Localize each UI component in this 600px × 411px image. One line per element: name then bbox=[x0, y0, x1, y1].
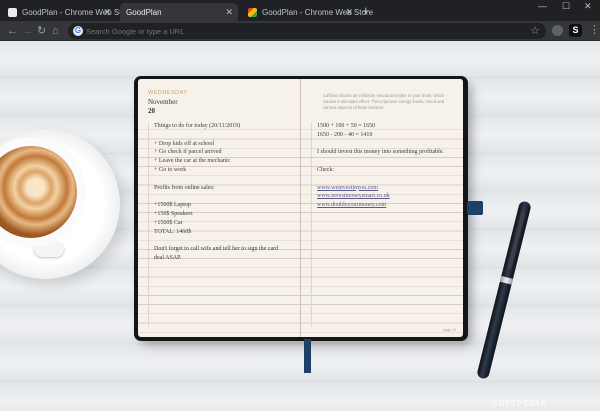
planner-line: Check: bbox=[317, 166, 334, 173]
planner-line bbox=[317, 298, 459, 307]
forward-arrow-icon[interactable]: → bbox=[22, 24, 33, 38]
planner-line: +1500$ Laptop bbox=[154, 202, 191, 209]
planner-line bbox=[317, 157, 459, 166]
address-bar[interactable]: G ☆ bbox=[68, 23, 546, 39]
website-link[interactable]: www.doubleyourmoney.com bbox=[317, 201, 459, 210]
pen bbox=[476, 200, 532, 380]
extension-icon[interactable] bbox=[552, 25, 563, 36]
tab-goodplan[interactable]: GoodPlan ✕ bbox=[120, 3, 238, 21]
search-input[interactable] bbox=[86, 25, 506, 37]
planner-line bbox=[154, 236, 296, 245]
planner-line: +1500$ Car bbox=[154, 219, 183, 226]
planner-line: + Drop kids off at school bbox=[154, 140, 215, 147]
close-tab-icon[interactable]: ✕ bbox=[103, 7, 111, 18]
page-number: page 12 bbox=[443, 328, 456, 332]
planner-line bbox=[317, 263, 459, 272]
new-tab-button[interactable]: + bbox=[362, 3, 370, 19]
planner-line bbox=[317, 245, 459, 254]
website-link[interactable]: www.investmoneysmart.co.uk bbox=[317, 192, 459, 201]
google-icon: G bbox=[73, 26, 83, 36]
planner-line: Don't forget to call wife and tell her t… bbox=[154, 246, 279, 253]
softpedia-watermark: SOFTPEDIA bbox=[492, 399, 547, 408]
planner-line: 1500 + 100 + 50 = 1650 bbox=[317, 123, 376, 129]
planner-line bbox=[317, 228, 459, 237]
planner-line: +150$ Speakers bbox=[154, 210, 193, 217]
website-link[interactable]: www.weinvestinyou.com bbox=[317, 184, 459, 193]
bookmark-star-icon[interactable]: ☆ bbox=[530, 24, 540, 37]
tab-strip: GoodPlan - Chrome Web Store ✕ GoodPlan ✕… bbox=[0, 0, 600, 21]
browser-toolbar: ← → ↻ ⌂ G ☆ S ⋮ bbox=[0, 21, 600, 41]
daily-quote: Caffeine blocks an inhibitory neurotrans… bbox=[323, 93, 445, 110]
planner-line bbox=[154, 316, 296, 325]
planner-line bbox=[154, 131, 296, 140]
minimize-button[interactable]: — bbox=[538, 1, 547, 11]
planner-line: I should invest this money into somethin… bbox=[317, 149, 444, 156]
page-content: WEDNESDAY November 20 Things to do for t… bbox=[0, 41, 600, 411]
planner-notebook: WEDNESDAY November 20 Things to do for t… bbox=[134, 76, 468, 341]
planner-line bbox=[317, 140, 459, 149]
tab-title: GoodPlan - Chrome Web Store bbox=[262, 7, 374, 17]
close-tab-icon[interactable]: ✕ bbox=[345, 7, 353, 18]
planner-line bbox=[317, 236, 459, 245]
planner-line bbox=[154, 307, 296, 316]
back-arrow-icon[interactable]: ← bbox=[7, 24, 18, 38]
bookmark-ribbon bbox=[304, 339, 311, 373]
planner-line: + Go to work bbox=[154, 166, 187, 173]
profile-avatar[interactable]: S bbox=[569, 24, 582, 37]
right-page: Caffeine blocks an inhibitory neurotrans… bbox=[301, 79, 463, 337]
planner-line bbox=[317, 254, 459, 263]
left-page-lines: Things to do for today (20/11/2019) + Dro… bbox=[154, 122, 296, 324]
close-window-button[interactable]: ✕ bbox=[584, 1, 592, 12]
tab-chrome-web-store-1[interactable]: GoodPlan - Chrome Web Store ✕ bbox=[2, 3, 133, 21]
month-label: November bbox=[148, 98, 178, 106]
close-tab-icon[interactable]: ✕ bbox=[225, 7, 233, 18]
planner-line bbox=[317, 280, 459, 289]
planner-line: TOTAL: 1460$ bbox=[154, 228, 192, 235]
planner-line bbox=[317, 307, 459, 316]
reload-icon[interactable]: ↻ bbox=[37, 24, 46, 38]
tab-chrome-web-store-2[interactable]: GoodPlan - Chrome Web Store ✕ bbox=[242, 3, 373, 21]
day-number: 20 bbox=[148, 107, 155, 115]
planner-line: + Leave the car at the mechanic bbox=[154, 158, 231, 165]
planner-line bbox=[154, 175, 296, 184]
planner-line: 1650 - 200 - 40 = 1410 bbox=[317, 131, 373, 138]
planner-line bbox=[317, 316, 459, 325]
maximize-button[interactable]: ☐ bbox=[562, 1, 570, 12]
chrome-web-store-icon bbox=[248, 7, 257, 17]
planner-line bbox=[154, 272, 296, 281]
right-page-lines: 1500 + 100 + 50 = 1650 1650 - 200 - 40 = … bbox=[317, 122, 459, 324]
home-icon[interactable]: ⌂ bbox=[52, 24, 59, 38]
planner-line bbox=[154, 280, 296, 289]
planner-line bbox=[317, 272, 459, 281]
page-icon bbox=[8, 7, 17, 17]
planner-line bbox=[154, 192, 296, 201]
planner-line: Things to do for today (20/11/2019) bbox=[154, 123, 241, 129]
tab-title: GoodPlan bbox=[126, 7, 162, 17]
pen-ring bbox=[499, 275, 513, 285]
planner-line: deal ASAP. bbox=[154, 254, 182, 261]
planner-line bbox=[317, 175, 459, 184]
planner-line bbox=[154, 298, 296, 307]
planner-line: Profits from online sales: bbox=[154, 184, 215, 191]
planner-line bbox=[154, 263, 296, 272]
left-page: WEDNESDAY November 20 Things to do for t… bbox=[138, 79, 300, 337]
tab-title: GoodPlan - Chrome Web Store bbox=[22, 7, 134, 17]
menu-dots-icon[interactable]: ⋮ bbox=[589, 24, 600, 36]
planner-line bbox=[154, 289, 296, 298]
planner-line bbox=[317, 289, 459, 298]
elastic-band bbox=[467, 201, 483, 215]
planner-line bbox=[317, 210, 459, 219]
planner-line: + Go check if parcel arrived bbox=[154, 149, 222, 156]
weekday-label: WEDNESDAY bbox=[148, 90, 188, 96]
pen-clip bbox=[507, 210, 526, 271]
planner-line bbox=[317, 219, 459, 228]
